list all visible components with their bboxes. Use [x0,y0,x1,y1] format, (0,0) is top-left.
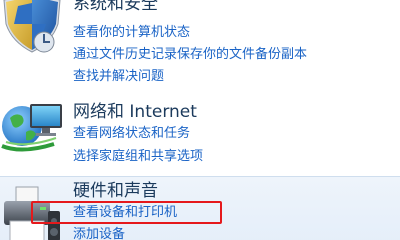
category-network-internet: 网络和 Internet 查看网络状态和任务 选择家庭组和共享选项 [0,92,400,172]
link-view-computer-status[interactable]: 查看你的计算机状态 [73,25,190,41]
link-file-history-backup[interactable]: 通过文件历史记录保存你的文件备份副本 [73,47,307,63]
category-system-security: 系统和安全 查看你的计算机状态 通过文件历史记录保存你的文件备份副本 查找并解决… [0,0,400,90]
link-homegroup-sharing[interactable]: 选择家庭组和共享选项 [73,149,203,165]
network-globe-icon [1,104,62,152]
shield-icon [3,0,61,53]
control-panel-categories: 系统和安全 查看你的计算机状态 通过文件历史记录保存你的文件备份副本 查找并解决… [0,0,400,240]
link-devices-printers[interactable]: 查看设备和打印机 [73,205,177,221]
link-troubleshoot[interactable]: 查找并解决问题 [73,69,164,85]
link-network-status[interactable]: 查看网络状态和任务 [73,126,190,142]
category-title[interactable]: 网络和 Internet [73,102,197,122]
category-title[interactable]: 硬件和声音 [73,181,158,201]
category-title[interactable]: 系统和安全 [73,0,158,14]
category-hardware-sound: 硬件和声音 查看设备和打印机 添加设备 [0,176,400,240]
link-add-device[interactable]: 添加设备 [73,227,125,240]
